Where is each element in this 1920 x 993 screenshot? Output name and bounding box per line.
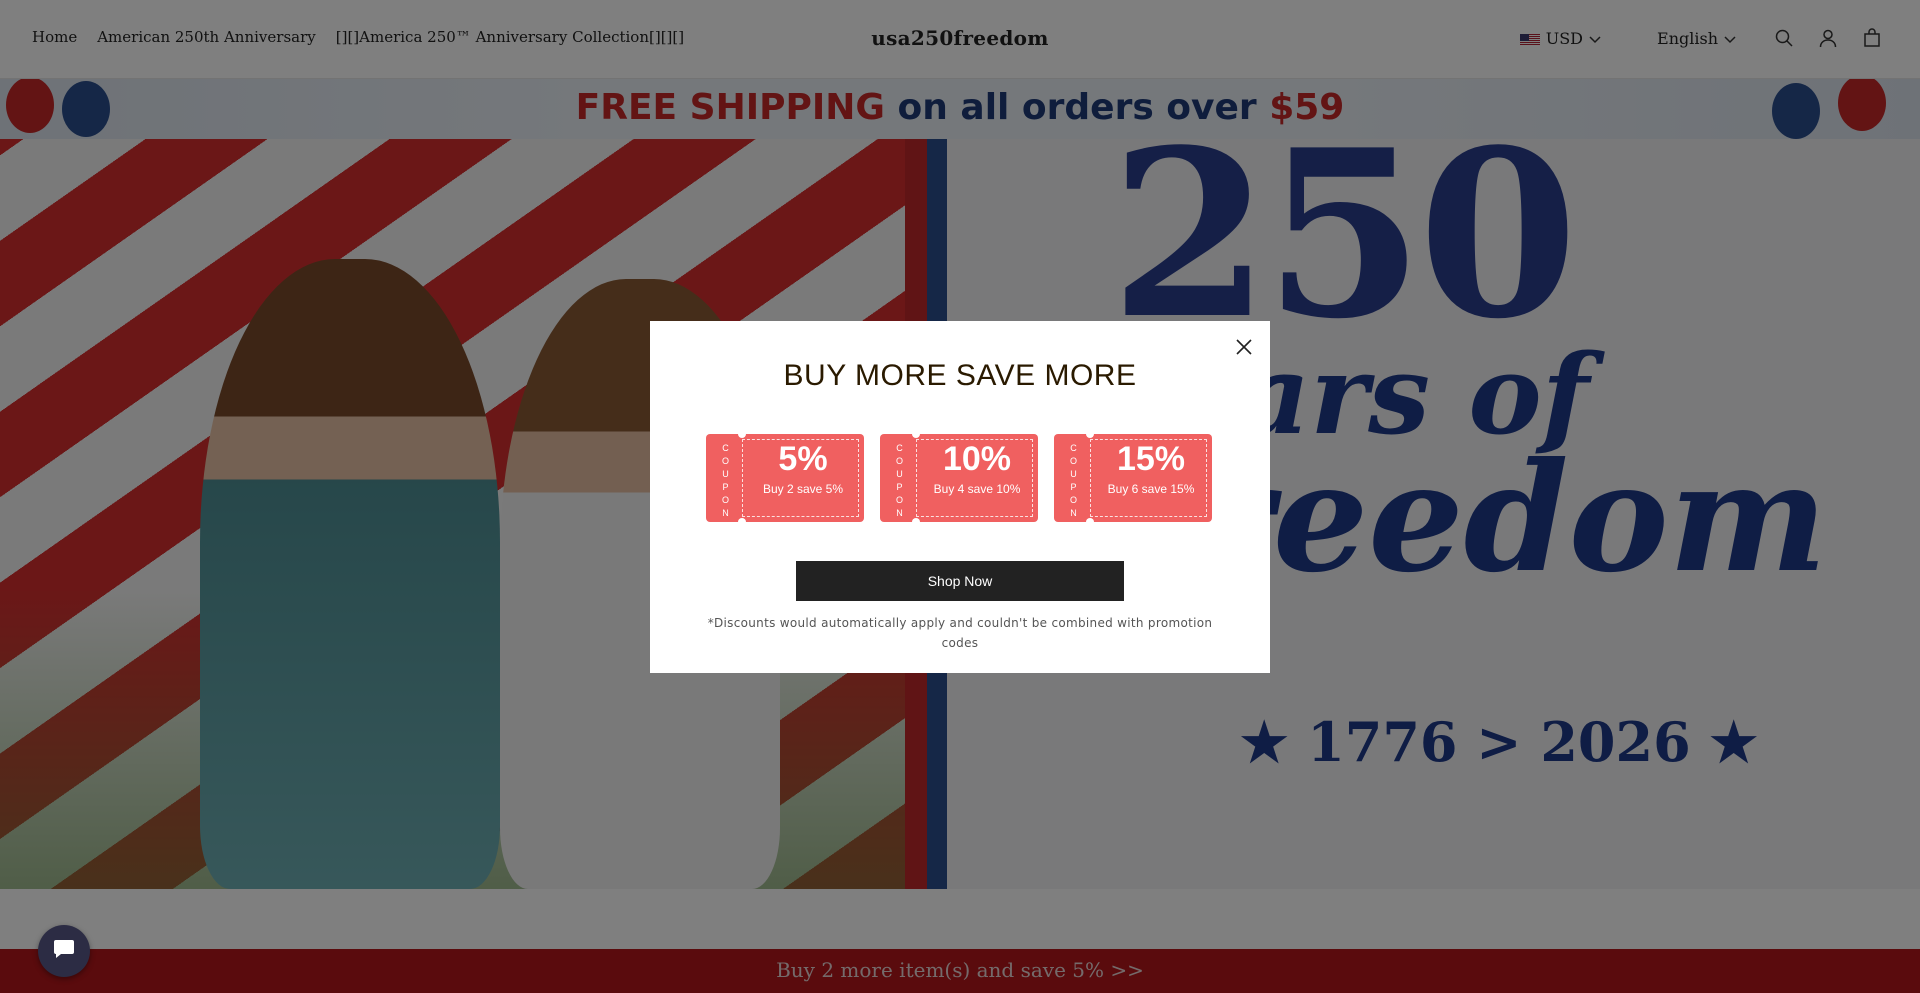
coupon-text: Buy 6 save 15% bbox=[1107, 482, 1195, 496]
coupon-card[interactable]: COUPON 10% Buy 4 save 10% bbox=[880, 434, 1038, 522]
discount-disclaimer: *Discounts would automatically apply and… bbox=[707, 616, 1213, 650]
coupon-card[interactable]: COUPON 5% Buy 2 save 5% bbox=[706, 434, 864, 522]
modal-title: BUY MORE SAVE MORE bbox=[783, 359, 1137, 392]
coupon-list: COUPON 5% Buy 2 save 5% COUPON 10% Buy 4… bbox=[706, 434, 1212, 522]
coupon-vertical-label: COUPON bbox=[895, 443, 904, 518]
coupon-vertical-label: COUPON bbox=[721, 443, 730, 518]
coupon-text: Buy 2 save 5% bbox=[762, 482, 844, 496]
shop-now-button[interactable]: Shop Now bbox=[796, 561, 1124, 601]
coupon-percent: 5% bbox=[778, 440, 828, 478]
coupon-card[interactable]: COUPON 15% Buy 6 save 15% bbox=[1054, 434, 1212, 522]
coupon-text: Buy 4 save 10% bbox=[933, 482, 1021, 496]
chat-button[interactable] bbox=[38, 925, 90, 977]
coupon-percent: 10% bbox=[942, 440, 1012, 478]
promo-modal: BUY MORE SAVE MORE COUPON 5% Buy 2 save … bbox=[650, 321, 1270, 673]
coupon-percent: 15% bbox=[1116, 440, 1186, 478]
close-icon[interactable] bbox=[1230, 333, 1258, 361]
chat-bubble-icon bbox=[52, 938, 76, 964]
coupon-vertical-label: COUPON bbox=[1069, 443, 1078, 518]
